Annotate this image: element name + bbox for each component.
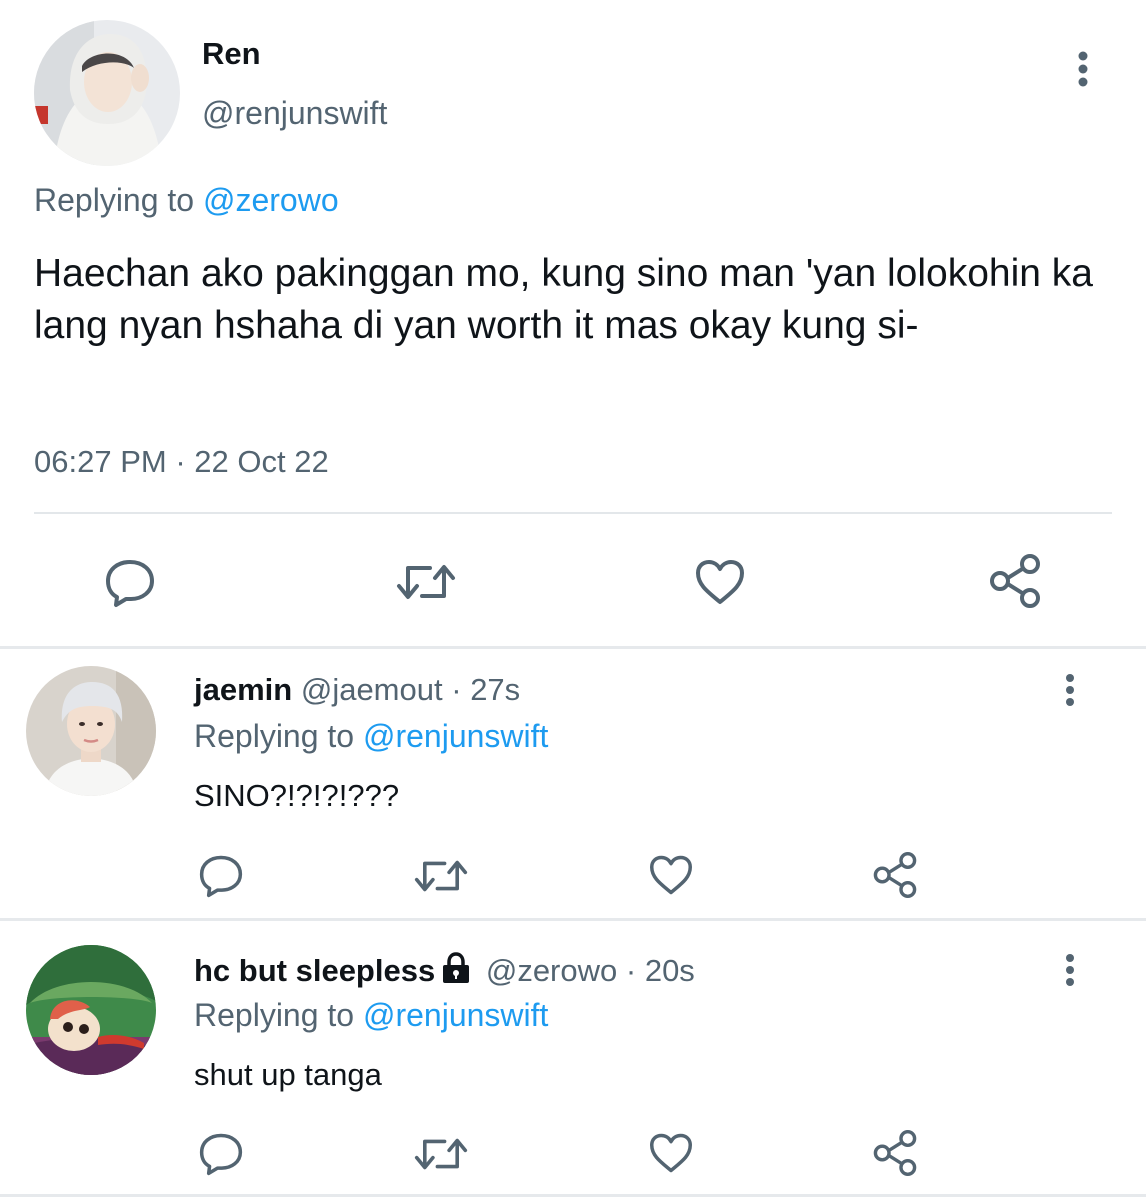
share-icon[interactable] [872, 1130, 918, 1176]
retweet-icon[interactable] [414, 856, 468, 896]
reply-handle[interactable]: @jaemout [301, 672, 443, 707]
replying-to-line: Replying to @renjunswift [194, 997, 548, 1034]
author-display-name[interactable]: Ren [202, 36, 261, 72]
reply-display-name[interactable]: jaemin [194, 672, 292, 707]
retweet-icon[interactable] [396, 560, 456, 604]
more-options-icon[interactable] [1057, 672, 1083, 712]
tweet-timestamp[interactable]: 06:27 PM · 22 Oct 22 [34, 444, 329, 480]
like-icon[interactable] [648, 854, 694, 896]
reply-handle[interactable]: @zerowo [486, 953, 617, 988]
timestamp-separator: · [175, 444, 186, 479]
like-icon[interactable] [694, 558, 746, 606]
header-separator: · [451, 672, 462, 707]
reply-icon[interactable] [198, 1132, 244, 1176]
replying-to-line: Replying to @renjunswift [194, 718, 548, 755]
reply-display-name[interactable]: hc but sleepless [194, 953, 435, 988]
replying-to-label: Replying to [194, 718, 355, 754]
header-separator: · [625, 953, 637, 988]
more-options-icon[interactable] [1057, 952, 1083, 992]
like-icon[interactable] [648, 1132, 694, 1174]
replying-to-mention[interactable]: @renjunswift [363, 718, 548, 754]
tweet-text: Haechan ako pakinggan mo, kung sino man … [34, 252, 1093, 347]
reply-avatar[interactable] [26, 666, 156, 796]
reply-header: hc but sleepless @zerowo · 20s [194, 952, 695, 992]
replying-to-label: Replying to [194, 997, 355, 1033]
reply-icon[interactable] [104, 558, 156, 608]
section-divider [0, 1194, 1146, 1197]
tweet-date: 22 Oct 22 [194, 444, 329, 479]
reply-age[interactable]: 27s [470, 672, 520, 707]
reply-text: shut up tanga [194, 1057, 382, 1092]
share-icon[interactable] [988, 554, 1042, 608]
reply-age[interactable]: 20s [645, 953, 695, 988]
tweet-divider [34, 512, 1112, 514]
replying-to-mention[interactable]: @renjunswift [363, 997, 548, 1033]
replying-to-mention[interactable]: @zerowo [203, 182, 339, 218]
replying-to-line: Replying to @zerowo [34, 182, 339, 219]
author-handle[interactable]: @renjunswift [202, 95, 387, 132]
tweet-time: 06:27 PM [34, 444, 167, 479]
reply-avatar[interactable] [26, 945, 156, 1075]
section-divider [0, 646, 1146, 649]
reply-icon[interactable] [198, 854, 244, 898]
reply-header: jaemin @jaemout · 27s [194, 672, 520, 708]
share-icon[interactable] [872, 852, 918, 898]
author-avatar[interactable] [34, 20, 180, 166]
more-options-icon[interactable] [1068, 50, 1098, 90]
retweet-icon[interactable] [414, 1134, 468, 1174]
reply-text: SINO?!?!?!??? [194, 778, 400, 813]
section-divider [0, 918, 1146, 921]
protected-lock-icon [441, 952, 471, 992]
replying-to-label: Replying to [34, 182, 195, 218]
